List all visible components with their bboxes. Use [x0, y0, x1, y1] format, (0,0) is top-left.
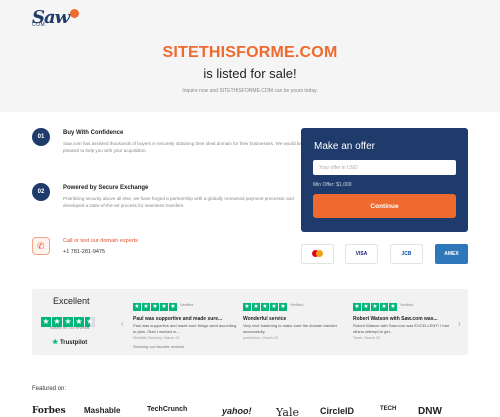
star-icon: ★ — [380, 303, 388, 311]
verified-label: Verified — [180, 302, 194, 307]
contact-phone-number[interactable]: +1 781-281-9475 — [63, 249, 105, 255]
hero-section: Saw COM SITETHISFORME.COM is listed for … — [0, 0, 500, 112]
visa-icon: VISA — [345, 244, 378, 264]
offer-title: Make an offer — [314, 141, 375, 152]
min-offer-text: Min Offer: $1,000 — [313, 182, 352, 188]
mastercard-icon — [301, 244, 334, 264]
review-title: Robert Watson with Saw.com was... — [353, 316, 438, 322]
trustpilot-logo[interactable]: ★ Trustpilot — [52, 338, 87, 346]
feature-number-badge: 02 — [32, 183, 50, 201]
star-icon: ★ — [142, 303, 150, 311]
next-review-arrow-icon[interactable]: › — [458, 319, 461, 328]
amex-icon: AMEX — [435, 244, 468, 264]
feature-number-badge: 01 — [32, 128, 50, 146]
press-logo-circleid: CircleID — [320, 406, 355, 416]
verified-label: Verified — [400, 302, 414, 307]
feature-text: Saw.com has assisted thousands of buyers… — [63, 141, 302, 153]
review-card: ★ ★ ★ ★ ★ Verified Wonderful service Very nic… — [243, 295, 349, 340]
press-logo-mashable: Mashable — [84, 406, 121, 415]
star-icon: ★ — [362, 303, 370, 311]
trustpilot-star-icon: ★ — [52, 339, 59, 346]
star-icon: ★ — [160, 303, 168, 311]
review-title: Wonderful service — [243, 316, 287, 322]
trustpilot-based-on[interactable]: Based on 135 reviews — [50, 325, 89, 330]
review-body: Paul was supportive and made sure things… — [133, 323, 237, 334]
jcb-icon: JCB — [390, 244, 423, 264]
feature-title: Buy With Confidence — [63, 130, 124, 136]
press-logo-tech: TECH — [380, 406, 397, 412]
feature-title: Powered by Secure Exchange — [63, 185, 149, 191]
contact-link[interactable]: Call or text our domain experts — [63, 238, 138, 244]
review-author: Terek, March 22 — [353, 336, 381, 340]
review-body: Robert Watson with Saw.com was EXCELLENT… — [353, 323, 449, 334]
review-author: yusheleon, March 22 — [243, 336, 279, 340]
phone-icon-box[interactable]: ✆ — [32, 237, 50, 255]
feature-text: Prioritizing security above all else, we… — [63, 196, 294, 208]
review-author: Muhitdin Bekmoy, March 21 — [133, 336, 180, 340]
star-icon: ★ — [371, 303, 379, 311]
press-logo-techcrunch: TechCrunch — [147, 406, 188, 413]
press-logo-dnw: DNW — [418, 406, 442, 417]
star-icon: ★ — [133, 303, 141, 311]
star-icon: ★ — [270, 303, 278, 311]
trustpilot-widget: Excellent ★ ★ ★ ★ ★ Based on 135 reviews ★ T… — [32, 289, 468, 355]
domain-title: SITETHISFORME.COM — [162, 44, 338, 61]
trustpilot-showing: Showing our favorite reviews — [133, 344, 185, 349]
review-card: ★ ★ ★ ★ ★ Verified Robert Watson with Saw.com… — [353, 295, 459, 340]
listed-for-sale: is listed for sale! — [203, 66, 297, 81]
star-icon: ★ — [243, 303, 251, 311]
featured-on-label: Featured on: — [32, 386, 67, 392]
prev-review-arrow-icon[interactable]: ‹ — [121, 319, 124, 328]
star-icon: ★ — [169, 303, 177, 311]
press-logo-forbes: Forbes — [32, 406, 66, 416]
review-title: Paul was supportive and made sure... — [133, 316, 223, 322]
logo-dot-icon — [70, 9, 80, 18]
press-logo-yale: Yale — [276, 406, 299, 417]
star-icon: ★ — [151, 303, 159, 311]
review-card: ★ ★ ★ ★ ★ Verified Paul was supportive and ma… — [133, 295, 239, 340]
star-icon: ★ — [353, 303, 361, 311]
phone-icon: ✆ — [37, 241, 45, 251]
trustpilot-rating-word: Excellent — [53, 296, 90, 306]
review-body: Very nice trasfering to make sure the do… — [243, 323, 338, 334]
verified-label: Verified — [290, 302, 304, 307]
logo-sub: COM — [32, 22, 46, 28]
offer-card: Make an offer Min Offer: $1,000 Continue — [301, 128, 468, 232]
star-icon: ★ — [389, 303, 397, 311]
star-icon: ★ — [279, 303, 287, 311]
press-logo-yahoo: yahoo! — [222, 406, 252, 416]
inquire-text: Inquire now and SITETHISFORME.COM can be… — [182, 88, 318, 94]
star-icon: ★ — [252, 303, 260, 311]
star-icon: ★ — [261, 303, 269, 311]
continue-button[interactable]: Continue — [313, 194, 456, 218]
offer-amount-input[interactable] — [313, 160, 456, 175]
